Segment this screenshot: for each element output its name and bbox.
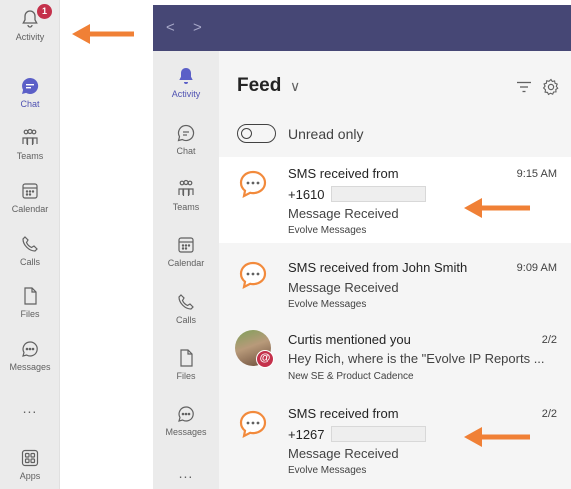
rail-item-label: Activity <box>171 89 201 99</box>
toggle-label: Unread only <box>288 126 364 142</box>
rail-item-label: Apps <box>19 471 41 481</box>
rail-item-label: Messages <box>165 427 207 437</box>
rail-item-label: Files <box>176 371 196 381</box>
app-rail-primary: 1 Activity Chat Teams Calendar Calls Fil… <box>0 0 60 489</box>
chat-icon <box>175 122 197 144</box>
rail-item-label: Chat <box>20 99 40 109</box>
feed-header: Feed ∨ <box>219 51 571 119</box>
feed-item-time: 9:15 AM <box>516 168 557 180</box>
rail-item-calendar[interactable]: Calendar <box>0 180 60 214</box>
sms-message-icon <box>239 261 267 290</box>
redacted-block <box>330 426 426 442</box>
rail-item-label: Calendar <box>11 204 49 214</box>
rail-item-label: Teams <box>172 202 200 212</box>
rail-item-calendar[interactable]: Calendar <box>153 234 219 268</box>
teams-screenshot: 1 Activity Chat Teams Calendar Calls Fil… <box>0 0 571 489</box>
message-icon <box>175 403 197 425</box>
arrow-left-icon <box>464 427 530 447</box>
feed-item-preview: Message Received <box>288 206 399 221</box>
title-bar: < > <box>153 5 571 51</box>
feed-title[interactable]: Feed <box>237 75 281 97</box>
feed-item-time: 2/2 <box>541 334 557 346</box>
more-apps-button[interactable]: ... <box>0 400 60 416</box>
gear-icon[interactable] <box>542 78 560 96</box>
feed-item-preview: Message Received <box>288 446 399 461</box>
chevron-down-icon[interactable]: ∨ <box>290 78 300 95</box>
message-icon <box>19 338 41 360</box>
teams-icon <box>19 127 41 149</box>
rail-item-chat[interactable]: Chat <box>0 75 60 109</box>
rail-item-apps[interactable]: Apps <box>0 447 60 481</box>
apps-icon <box>19 447 41 469</box>
phone-number: +1267 <box>288 427 325 442</box>
rail-item-activity[interactable]: Activity <box>153 65 219 99</box>
app-rail-secondary: Activity Chat Teams Calendar Calls Files… <box>153 51 219 489</box>
calendar-icon <box>175 234 197 256</box>
rail-item-label: Calls <box>175 315 196 325</box>
file-icon <box>175 347 197 369</box>
rail-item-label: Files <box>20 309 40 319</box>
rail-item-messages[interactable]: Messages <box>0 338 60 372</box>
feed-item-preview: Message Received <box>288 280 399 295</box>
arrow-left-icon <box>72 24 134 44</box>
mention-icon: @ <box>256 350 274 368</box>
feed-item[interactable]: SMS received from John Smith 9:09 AM Mes… <box>219 251 571 315</box>
bell-icon <box>175 65 197 87</box>
rail-item-calls[interactable]: Calls <box>153 291 219 325</box>
rail-item-label: Teams <box>16 151 44 161</box>
phone-number: +1610 <box>288 187 325 202</box>
phone-icon <box>19 233 41 255</box>
bell-icon: 1 <box>19 4 52 30</box>
rail-item-label: Chat <box>176 146 196 156</box>
rail-item-label: Calendar <box>167 258 205 268</box>
file-icon <box>19 285 41 307</box>
activity-feed: Feed ∨ Unread only SMS received from 9:1… <box>219 51 571 489</box>
feed-item[interactable]: @ Curtis mentioned you 2/2 Hey Rich, whe… <box>219 322 571 388</box>
redacted-block <box>330 186 426 202</box>
rail-item-calls[interactable]: Calls <box>0 233 60 267</box>
sms-message-icon <box>239 170 267 199</box>
feed-item-source: Evolve Messages <box>288 225 367 236</box>
back-button[interactable]: < <box>166 19 175 36</box>
feed-item-title: SMS received from John Smith <box>288 260 468 275</box>
more-apps-button[interactable]: ... <box>153 465 219 481</box>
sms-message-icon <box>239 410 267 439</box>
rail-item-messages[interactable]: Messages <box>153 403 219 437</box>
rail-item-files[interactable]: Files <box>0 285 60 319</box>
rail-item-files[interactable]: Files <box>153 347 219 381</box>
feed-item-time: 2/2 <box>541 408 557 420</box>
arrow-left-icon <box>464 198 530 218</box>
teams-icon <box>175 178 197 200</box>
rail-item-teams[interactable]: Teams <box>0 127 60 161</box>
rail-item-chat[interactable]: Chat <box>153 122 219 156</box>
rail-item-activity[interactable]: 1 Activity <box>0 4 60 42</box>
rail-item-label: Calls <box>19 257 40 267</box>
rail-item-teams[interactable]: Teams <box>153 178 219 212</box>
forward-button[interactable]: > <box>193 19 202 36</box>
feed-item-title: SMS received from <box>288 166 399 181</box>
feed-item-source: New SE & Product Cadence <box>288 371 414 382</box>
feed-item-title: Curtis mentioned you <box>288 332 411 347</box>
feed-item-time: 9:09 AM <box>516 262 557 274</box>
feed-item-title: SMS received from <box>288 406 399 421</box>
rail-item-label: Activity <box>15 32 45 42</box>
filter-icon[interactable] <box>516 81 532 93</box>
feed-item-source: Evolve Messages <box>288 299 367 310</box>
feed-item-source: Evolve Messages <box>288 465 367 476</box>
unread-only-toggle[interactable] <box>237 124 276 143</box>
phone-icon <box>175 291 197 313</box>
activity-badge: 1 <box>37 4 52 19</box>
chat-icon <box>19 75 41 97</box>
calendar-icon <box>19 180 41 202</box>
rail-item-label: Messages <box>9 362 51 372</box>
feed-item-preview: Hey Rich, where is the "Evolve IP Report… <box>288 351 545 366</box>
